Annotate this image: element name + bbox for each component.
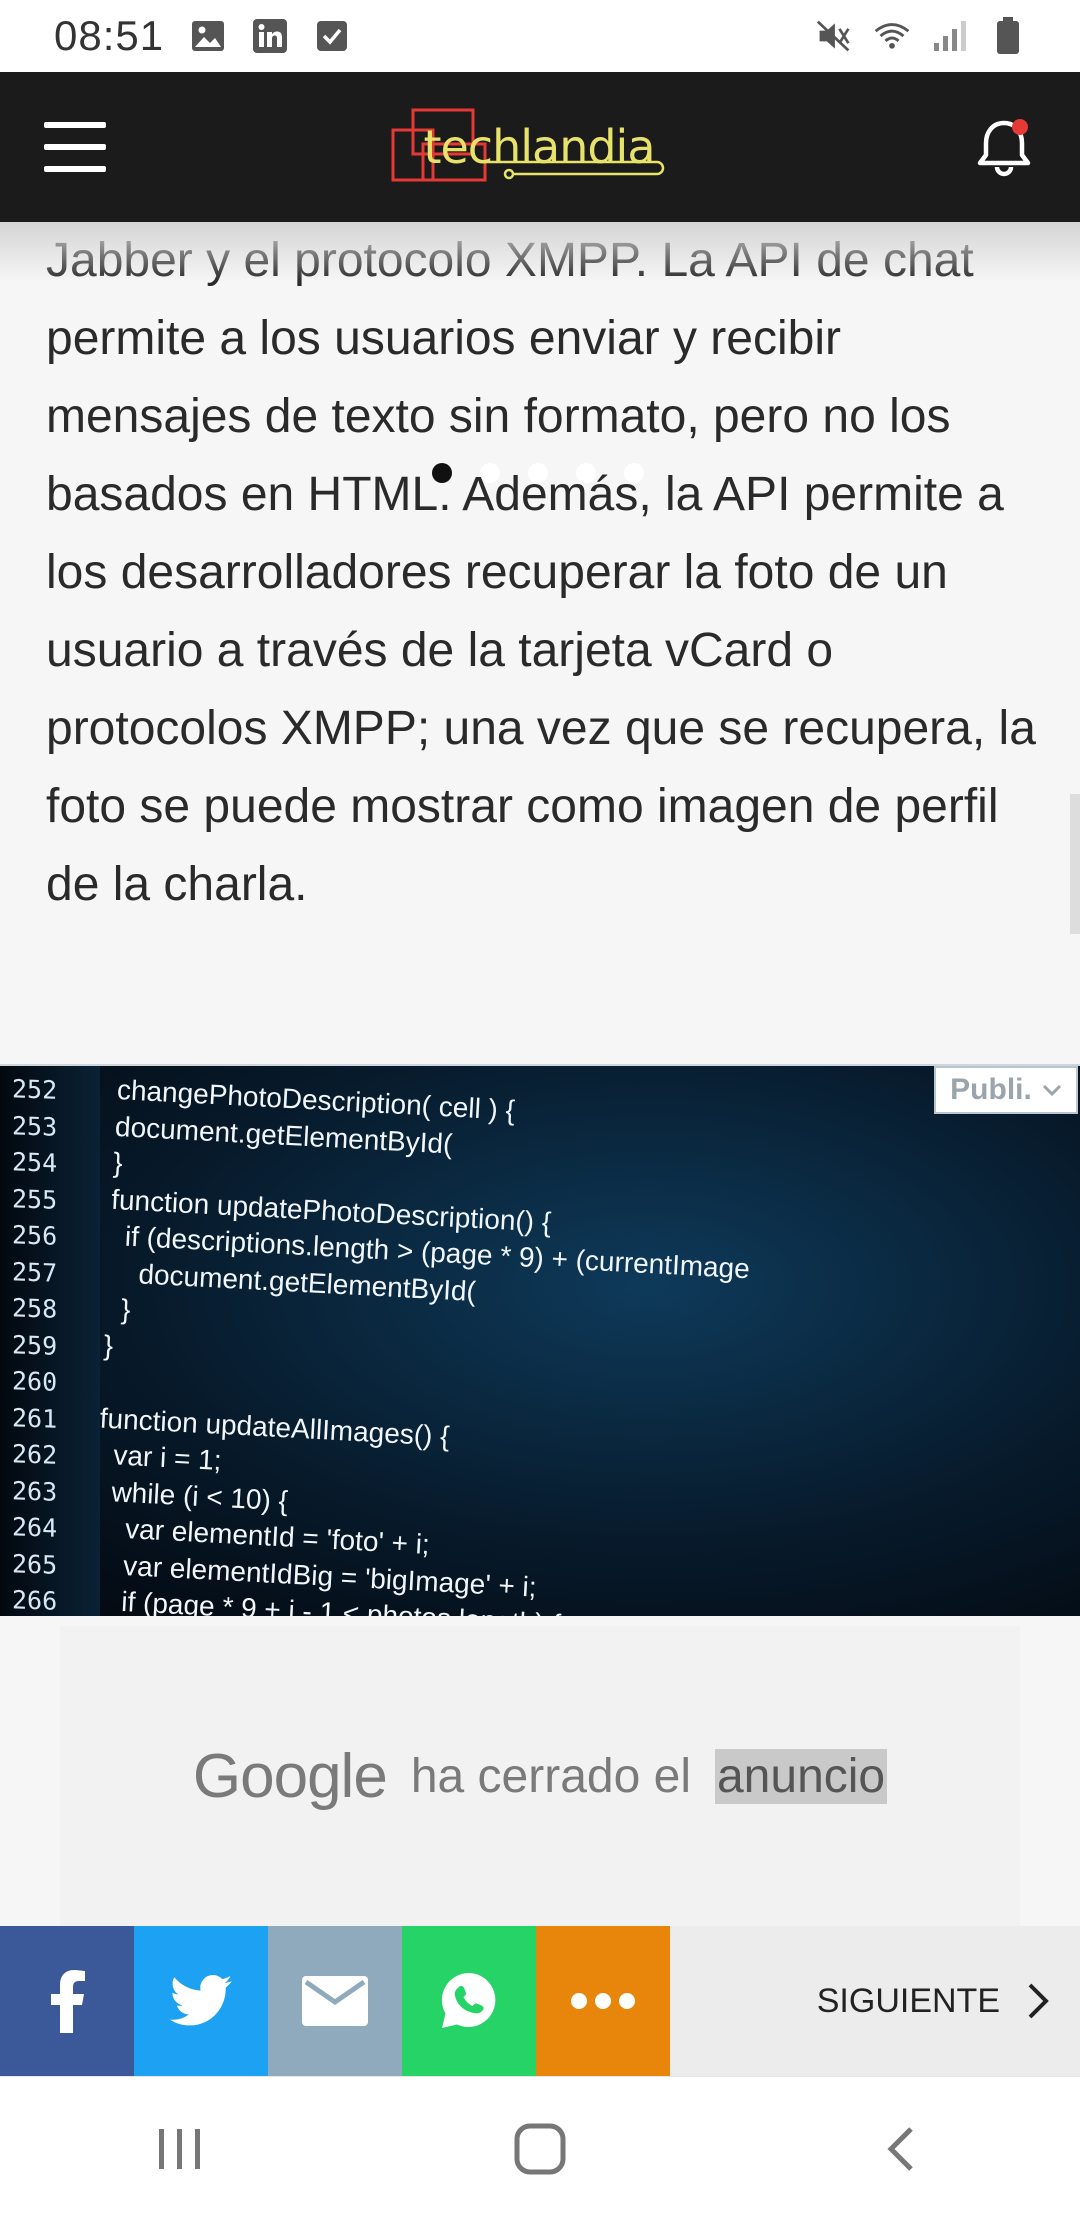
whatsapp-icon xyxy=(441,1972,496,2028)
google-logo: Google xyxy=(192,1741,388,1811)
code-line-number: 252 xyxy=(12,1074,58,1105)
code-line-number: 254 xyxy=(12,1147,58,1178)
status-bar: 08:51 xyxy=(0,0,1080,72)
battery-icon xyxy=(990,17,1026,54)
mail-icon xyxy=(302,1976,368,2026)
scroll-indicator[interactable] xyxy=(1070,794,1080,934)
code-line-number: 256 xyxy=(12,1220,58,1251)
techlandia-logo[interactable]: techlandia xyxy=(391,102,665,192)
ad-badge-label: Publi. xyxy=(950,1073,1032,1106)
status-left: 08:51 xyxy=(54,12,350,60)
share-bar: SIGUIENTE xyxy=(0,1926,1080,2076)
carousel-dot[interactable] xyxy=(528,463,548,483)
article-body: Jabber y el protocolo XMPP. La API de ch… xyxy=(0,222,1080,1064)
menu-bar xyxy=(44,166,106,172)
code-line-numbers: 252 253 254 255 256 257 258 259 260 261 262 263 264 2… xyxy=(12,1071,57,1616)
code-line-number: 257 xyxy=(12,1256,58,1288)
code-line-number: 260 xyxy=(12,1366,58,1397)
carousel-dot[interactable] xyxy=(480,463,500,483)
menu-bar xyxy=(44,122,106,128)
next-article-button[interactable]: SIGUIENTE xyxy=(670,1926,1080,2076)
share-facebook-button[interactable] xyxy=(0,1926,134,2076)
mute-icon xyxy=(816,18,852,54)
system-nav-bar xyxy=(0,2076,1080,2221)
wifi-icon xyxy=(874,18,910,54)
menu-bar xyxy=(44,144,106,150)
linkedin-icon xyxy=(252,18,288,54)
top-nav: techlandia xyxy=(0,72,1080,222)
twitter-icon xyxy=(170,1975,232,2026)
code-line-number: 253 xyxy=(12,1110,58,1142)
checkbox-icon xyxy=(314,18,350,54)
chevron-down-icon xyxy=(1042,1084,1061,1097)
closed-ad-highlight: anuncio xyxy=(714,1748,888,1804)
closed-ad-notice: Google ha cerrado el anuncio xyxy=(60,1626,1020,1926)
share-email-button[interactable] xyxy=(268,1926,402,2076)
more-icon xyxy=(571,1993,635,2009)
status-right xyxy=(816,17,1026,54)
code-line-number: 258 xyxy=(12,1293,58,1324)
code-line-number: 259 xyxy=(12,1329,58,1361)
carousel-dot[interactable] xyxy=(432,463,452,483)
article-paragraph: Jabber y el protocolo XMPP. La API de ch… xyxy=(46,234,1036,911)
ad-choices-badge[interactable]: Publi. xyxy=(934,1066,1078,1114)
recent-apps-icon xyxy=(159,2129,200,2169)
logo-text: techlandia xyxy=(423,120,655,174)
carousel-dots xyxy=(432,463,644,483)
share-whatsapp-button[interactable] xyxy=(402,1926,536,2076)
home-button[interactable] xyxy=(490,2109,590,2189)
chevron-right-icon xyxy=(1028,1983,1049,2019)
menu-button[interactable] xyxy=(44,122,106,172)
back-icon xyxy=(887,2127,913,2171)
next-label: SIGUIENTE xyxy=(816,1981,1000,2020)
header-shadow xyxy=(0,222,1080,282)
code-line-number: 262 xyxy=(12,1439,58,1470)
carousel-dot[interactable] xyxy=(576,463,596,483)
code-line-number: 265 xyxy=(12,1548,58,1580)
code-line-number: 263 xyxy=(12,1475,58,1507)
ad-image[interactable]: 252 253 254 255 256 257 258 259 260 261 262 263 264 2… xyxy=(0,1064,1080,1616)
closed-ad-text: ha cerrado el xyxy=(410,1749,691,1803)
bell-icon xyxy=(977,119,1031,177)
signal-icon xyxy=(932,18,968,54)
share-twitter-button[interactable] xyxy=(134,1926,268,2076)
facebook-icon xyxy=(51,1970,85,2033)
notifications-button[interactable] xyxy=(972,115,1036,179)
code-lines: changePhotoDescription( cell ) {document… xyxy=(89,1072,758,1616)
recent-apps-button[interactable] xyxy=(130,2109,230,2189)
share-more-button[interactable] xyxy=(536,1926,670,2076)
image-icon xyxy=(190,18,226,54)
code-line-number: 255 xyxy=(12,1183,58,1215)
home-icon xyxy=(514,2123,566,2175)
carousel-dot[interactable] xyxy=(624,463,644,483)
back-button[interactable] xyxy=(850,2109,950,2189)
code-line-number: 266 xyxy=(12,1585,58,1616)
code-line-number: 261 xyxy=(12,1402,58,1434)
code-line-number: 264 xyxy=(12,1512,58,1543)
status-time: 08:51 xyxy=(54,12,165,59)
